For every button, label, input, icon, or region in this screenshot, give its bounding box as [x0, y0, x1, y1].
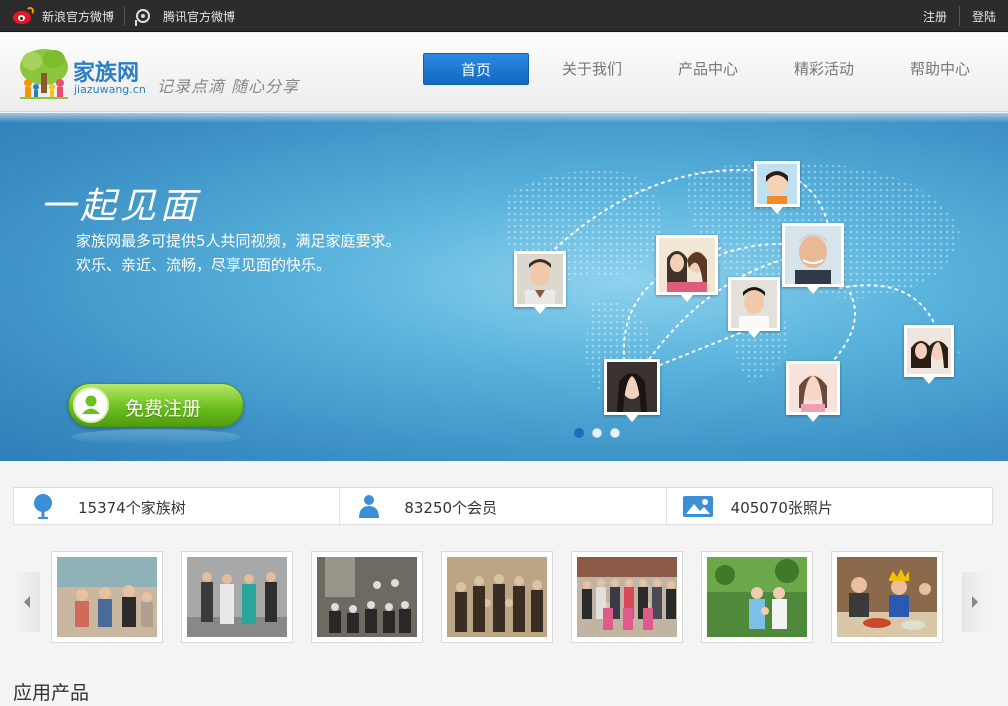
avatar-photo [728, 277, 780, 338]
nav-home[interactable]: 首页 [423, 53, 529, 85]
slide-dot[interactable] [592, 428, 602, 438]
free-register-label: 免费注册 [125, 398, 202, 420]
nav-events[interactable]: 精彩活动 [779, 53, 869, 85]
section-title-products: 应用产品 [13, 682, 90, 704]
banner-desc-line1: 家族网最多可提供5人共同视频，满足家庭要求。 [76, 232, 401, 250]
stat-text: 405070张照片 [730, 499, 833, 517]
avatar-photo [656, 235, 718, 302]
avatar-photo [604, 359, 660, 422]
chevron-right-icon [972, 596, 978, 608]
avatar-photo [786, 361, 840, 422]
login-link[interactable]: 登陆 [960, 8, 1008, 25]
button-reflection [72, 429, 240, 445]
stat-photos: 405070张照片 [665, 488, 992, 524]
avatar-photo [514, 251, 566, 314]
slide-dot[interactable] [610, 428, 620, 438]
banner-headline: 一起见面 [40, 186, 201, 227]
gallery-prev-button[interactable] [14, 572, 40, 632]
topbar-divider [124, 6, 126, 26]
top-bar: 新浪官方微博 腾讯官方微博 注册 登陆 [0, 0, 1008, 32]
nav-products[interactable]: 产品中心 [663, 53, 753, 85]
tencent-weibo-icon [135, 6, 155, 26]
hero-banner: 一起见面 家族网最多可提供5人共同视频，满足家庭要求。 欢乐、亲近、流畅，尽享见… [0, 113, 1008, 461]
stat-members: 83250个会员 [339, 488, 665, 524]
tree-icon [34, 494, 52, 519]
gallery-photo[interactable] [831, 551, 943, 643]
gallery-photo[interactable] [181, 551, 293, 643]
tencent-weibo-link[interactable]: 腾讯官方微博 [135, 0, 235, 32]
nav-about-us[interactable]: 关于我们 [547, 53, 637, 85]
avatar-photo [782, 223, 844, 294]
stat-text: 83250个会员 [404, 499, 498, 517]
stats-bar: 15374个家族树 83250个会员 405070张照片 [13, 487, 993, 525]
user-icon [73, 387, 109, 423]
avatar-photo [904, 325, 954, 384]
slide-indicator [574, 428, 620, 438]
banner-highlight [0, 113, 1008, 123]
avatar-photo [754, 161, 800, 214]
free-register-button[interactable]: 免费注册 [68, 383, 244, 427]
slogan: 记录点滴 随心分享 [157, 77, 300, 96]
stat-text: 15374个家族树 [78, 499, 186, 517]
photo-icon [682, 496, 713, 517]
gallery-photo[interactable] [51, 551, 163, 643]
gallery-photo[interactable] [571, 551, 683, 643]
stat-family-trees: 15374个家族树 [14, 488, 339, 524]
gallery-photo[interactable] [441, 551, 553, 643]
register-link[interactable]: 注册 [911, 8, 959, 25]
tencent-weibo-label: 腾讯官方微博 [163, 9, 236, 24]
gallery-photo[interactable] [701, 551, 813, 643]
gallery-photo[interactable] [311, 551, 423, 643]
gallery-next-button[interactable] [962, 572, 988, 632]
sina-weibo-link[interactable]: 新浪官方微博 [12, 0, 114, 32]
logo-url: jiazuwang.cn [74, 83, 146, 96]
sina-weibo-label: 新浪官方微博 [42, 9, 115, 24]
slide-dot[interactable] [574, 428, 584, 438]
chevron-left-icon [24, 596, 30, 608]
nav-help[interactable]: 帮助中心 [895, 53, 985, 85]
member-icon [359, 495, 380, 518]
family-tree-logo[interactable] [14, 45, 74, 101]
site-header: 家族网 jiazuwang.cn 记录点滴 随心分享 首页 关于我们 产品中心 … [0, 33, 1008, 112]
sina-weibo-icon [12, 7, 34, 25]
banner-desc-line2: 欢乐、亲近、流畅，尽享见面的快乐。 [76, 256, 332, 274]
